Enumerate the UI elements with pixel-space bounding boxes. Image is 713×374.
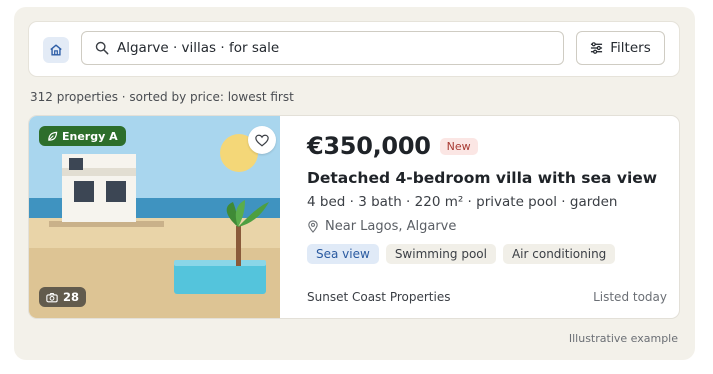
energy-badge: Energy A [39,126,126,146]
energy-badge-label: Energy A [62,129,118,143]
leaf-icon [48,131,58,141]
map-pin-icon [308,220,318,233]
heart-icon [255,134,269,147]
camera-icon [46,292,58,302]
results-summary: 312 properties · sorted by price: lowest… [30,90,294,104]
listed-date: Listed today [593,290,667,304]
search-field[interactable] [81,31,564,65]
photo-count: 28 [63,290,80,304]
tag-swimming-pool: Swimming pool [385,244,496,264]
listing-photo[interactable]: Energy A 28 [29,116,280,318]
price-row: €350,000 New [307,132,478,160]
search-input[interactable] [117,40,537,56]
filters-button[interactable]: Filters [576,31,665,65]
status-badge: New [439,137,478,155]
agent-name[interactable]: Sunset Coast Properties [307,290,450,304]
favorite-button[interactable] [248,126,276,154]
home-button[interactable] [43,37,69,63]
filters-label: Filters [610,40,651,56]
listing-specs: 4 bed · 3 bath · 220 m² · private pool ·… [307,194,618,210]
location-text: Near Lagos, Algarve [325,219,457,234]
photo-count-badge[interactable]: 28 [39,287,87,307]
listing-details: €350,000 New Detached 4-bedroom villa wi… [307,116,667,318]
sliders-icon [591,42,603,54]
home-icon [50,44,62,56]
feature-tags: Sea view Swimming pool Air conditioning [307,244,616,264]
results-panel: Filters 312 properties · sorted by price… [14,7,695,360]
search-bar: Filters [28,21,680,77]
listing-price: €350,000 [307,132,431,160]
listing-card[interactable]: Energy A 28 €350,000 New Detached 4-bedr… [28,115,680,319]
search-icon [95,41,109,55]
tag-air-conditioning: Air conditioning [502,244,616,264]
tag-sea-view: Sea view [307,244,379,264]
footnote: Illustrative example [568,332,678,345]
listing-location: Near Lagos, Algarve [307,219,456,234]
listing-title[interactable]: Detached 4-bedroom villa with sea view [307,169,657,187]
